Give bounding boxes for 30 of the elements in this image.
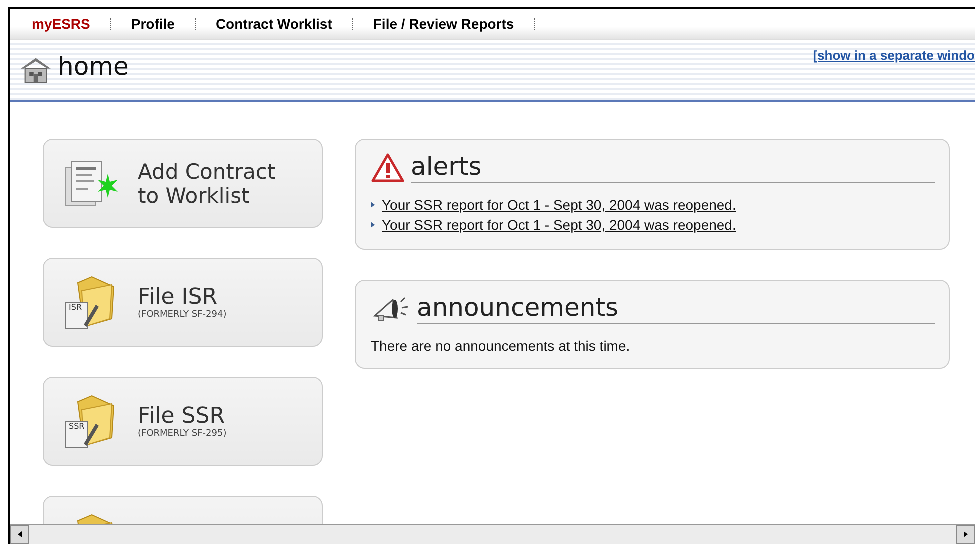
separate-window-link[interactable]: [show in a separate windo — [813, 48, 975, 63]
horizontal-scrollbar[interactable] — [10, 524, 975, 544]
tile-title: File SSR — [138, 404, 226, 428]
scroll-right-button[interactable] — [956, 525, 975, 544]
tile-subtitle: (FORMERLY SF-295) — [138, 428, 227, 438]
nav-tab[interactable]: Contract Worklist — [216, 16, 352, 32]
tile-subtitle: (FORMERLY SF-294) — [138, 310, 227, 320]
right-arrow-icon — [964, 531, 968, 538]
bullet-icon — [371, 202, 375, 208]
alert-link[interactable]: Your SSR report for Oct 1 - Sept 30, 2004 was reopened. — [382, 195, 736, 215]
page-title: home — [58, 52, 129, 81]
tile-button[interactable]: SSR File SSR (FORMERLY SF-295) — [43, 377, 323, 466]
panel-title: announcements — [417, 293, 935, 324]
tile-button[interactable]: Add Contract to Worklist — [43, 139, 323, 228]
alert-link[interactable]: Your SSR report for Oct 1 - Sept 30, 2004 was reopened. — [382, 215, 736, 235]
tile-button[interactable]: ISR File ISR (FORMERLY SF-294) — [43, 258, 323, 347]
panel-title: alerts — [411, 152, 935, 183]
tile-title: Add Contract to Worklist — [138, 160, 277, 208]
nav-tab[interactable]: File / Review Reports — [373, 16, 534, 32]
nav-tab[interactable]: Profile — [131, 16, 195, 32]
bullet-icon — [371, 222, 375, 228]
nav-tab[interactable]: myESRS — [32, 16, 110, 32]
scroll-left-button[interactable] — [10, 525, 29, 544]
form-label: SSR — [69, 422, 85, 431]
announcement-text: There are no announcements at this time. — [371, 338, 632, 354]
house-icon — [20, 56, 52, 84]
tile-title: File ISR — [138, 286, 219, 310]
form-label: ISR — [69, 303, 82, 312]
left-arrow-icon — [18, 531, 22, 538]
warning-icon — [371, 153, 405, 183]
